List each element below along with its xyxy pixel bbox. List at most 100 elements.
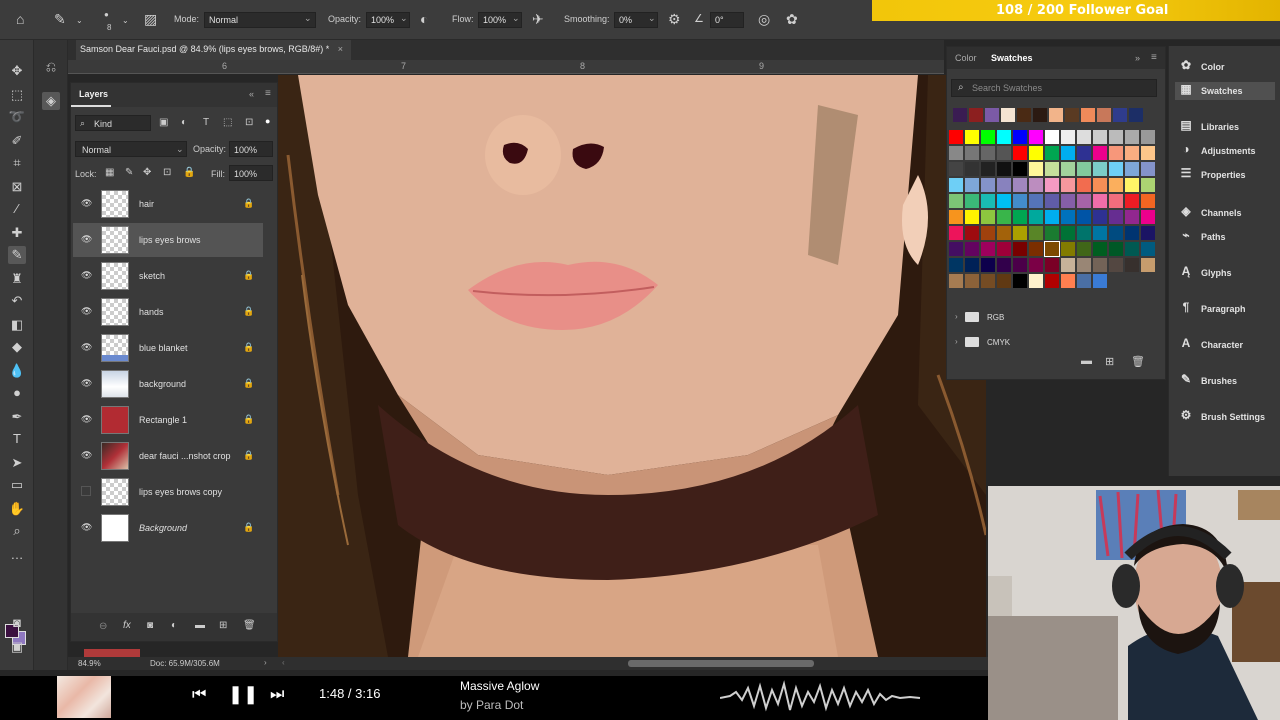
color-swatch[interactable] [1077, 162, 1091, 176]
color-swatch[interactable] [1061, 178, 1075, 192]
color-swatch[interactable] [1141, 242, 1155, 256]
layer-thumbnail[interactable] [101, 442, 129, 470]
chevron-down-icon[interactable]: ⌄ [122, 14, 129, 28]
color-swatch[interactable] [1125, 210, 1139, 224]
layers-panel-icon[interactable]: ◈ [42, 92, 60, 110]
eye-icon[interactable]: 👁 [81, 270, 92, 281]
color-swatch[interactable] [1077, 194, 1091, 208]
zoom-level[interactable]: 84.9% [78, 659, 101, 668]
filter-type-icon[interactable]: T [203, 117, 209, 128]
blend-mode-select[interactable]: Normal ⌄ [75, 141, 187, 157]
marquee-tool-icon[interactable]: ⬚ [8, 86, 26, 104]
color-swatch[interactable] [1093, 146, 1107, 160]
recent-swatch[interactable] [985, 108, 999, 122]
panel-item-adjustments[interactable]: ◑ Adjustments [1175, 142, 1275, 160]
home-icon[interactable]: ⌂ [16, 12, 24, 26]
color-swatch[interactable] [997, 178, 1011, 192]
recent-swatch[interactable] [1081, 108, 1095, 122]
eraser-tool-icon[interactable]: ◧ [8, 316, 26, 334]
color-swatch[interactable] [1077, 258, 1091, 272]
color-swatch[interactable] [981, 130, 995, 144]
color-swatch[interactable] [949, 274, 963, 288]
color-swatch[interactable] [1061, 242, 1075, 256]
color-swatch[interactable] [997, 210, 1011, 224]
filter-pixel-icon[interactable]: ▣ [159, 117, 168, 128]
layer-row[interactable]: 👁 hands 🔒 [73, 295, 263, 329]
swatches-search-input[interactable]: ⌕ Search Swatches [951, 79, 1157, 97]
delete-layer-icon[interactable]: 🗑 [243, 620, 256, 631]
color-swatch[interactable] [981, 226, 995, 240]
panel-item-color[interactable]: ✿ Color [1175, 58, 1275, 76]
lock-position-icon[interactable]: ✥ [143, 167, 151, 178]
document-canvas[interactable] [278, 75, 986, 657]
panel-item-brushes[interactable]: ✎ Brushes [1175, 372, 1275, 390]
color-swatch[interactable] [1013, 162, 1027, 176]
eye-icon[interactable]: 👁 [81, 342, 92, 353]
color-swatch[interactable] [1045, 226, 1059, 240]
color-swatch[interactable] [1029, 146, 1043, 160]
brush-tool-icon[interactable]: ✎ [8, 246, 26, 264]
color-swatch[interactable] [1125, 130, 1139, 144]
color-swatch[interactable] [949, 194, 963, 208]
color-swatch[interactable] [949, 146, 963, 160]
color-swatch[interactable] [1141, 226, 1155, 240]
eye-icon[interactable]: 👁 [81, 378, 92, 389]
color-swatch[interactable] [965, 146, 979, 160]
eye-icon[interactable]: 👁 [81, 450, 92, 461]
recent-swatch[interactable] [1001, 108, 1015, 122]
color-swatch[interactable] [1109, 242, 1123, 256]
gear-icon[interactable]: ⚙ [668, 12, 681, 26]
next-track-icon[interactable]: ⏭ [270, 686, 284, 704]
new-group-icon[interactable]: ▬ [1081, 355, 1092, 367]
color-swatch[interactable] [997, 130, 1011, 144]
color-swatch[interactable] [1109, 130, 1123, 144]
color-swatch[interactable] [981, 194, 995, 208]
layer-style-icon[interactable]: fx [123, 620, 131, 631]
filter-adjustment-icon[interactable]: ◐ [181, 117, 187, 128]
symmetry-icon[interactable]: ✿ [786, 12, 798, 26]
adjustment-layer-icon[interactable]: ◐ [171, 620, 177, 631]
tab-swatches[interactable]: Swatches [987, 53, 1037, 63]
color-swatch[interactable] [1109, 258, 1123, 272]
mode-select[interactable]: Normal [204, 12, 316, 28]
color-swatch[interactable] [965, 226, 979, 240]
pressure-opacity-icon[interactable]: ◐ [420, 12, 428, 26]
lock-all-icon[interactable]: 🔒 [183, 167, 195, 178]
color-swatch[interactable] [1013, 146, 1027, 160]
layer-name[interactable]: Background [139, 523, 187, 533]
recent-swatch[interactable] [1049, 108, 1063, 122]
layer-row[interactable]: lips eyes brows copy [73, 475, 263, 509]
color-swatch[interactable] [1061, 194, 1075, 208]
color-swatch[interactable] [965, 210, 979, 224]
previous-track-icon[interactable]: ⏮ [192, 686, 206, 704]
layer-row[interactable]: 👁 sketch 🔒 [73, 259, 263, 293]
zoom-tool-icon[interactable]: ⌕ [8, 522, 26, 540]
layer-opacity-field[interactable]: 100% [229, 141, 273, 157]
color-swatch[interactable] [1109, 194, 1123, 208]
blur-tool-icon[interactable]: 💧 [8, 362, 26, 380]
color-swatch[interactable] [949, 258, 963, 272]
layer-thumbnail[interactable] [101, 190, 129, 218]
color-swatch[interactable] [981, 274, 995, 288]
color-swatch[interactable] [949, 178, 963, 192]
tab-color[interactable]: Color [955, 53, 977, 63]
color-swatch[interactable] [1061, 162, 1075, 176]
color-swatch[interactable] [1013, 130, 1027, 144]
recent-swatch[interactable] [1065, 108, 1079, 122]
layer-thumbnail[interactable] [101, 478, 129, 506]
color-swatch[interactable] [1045, 130, 1059, 144]
color-swatch[interactable] [949, 226, 963, 240]
color-swatch[interactable] [1125, 194, 1139, 208]
color-swatch[interactable] [1093, 162, 1107, 176]
color-swatch[interactable] [981, 178, 995, 192]
layer-row[interactable]: 👁 blue blanket 🔒 [73, 331, 263, 365]
color-swatch[interactable] [1045, 178, 1059, 192]
layer-thumbnail[interactable] [101, 514, 129, 542]
color-swatch[interactable] [1013, 242, 1027, 256]
color-swatch[interactable] [1061, 130, 1075, 144]
color-swatch[interactable] [1141, 258, 1155, 272]
quick-select-tool-icon[interactable]: ✐ [8, 132, 26, 150]
panel-menu-icon[interactable]: ≡ [265, 88, 271, 99]
color-swatch[interactable] [1029, 258, 1043, 272]
layer-row[interactable]: 👁 background 🔒 [73, 367, 263, 401]
